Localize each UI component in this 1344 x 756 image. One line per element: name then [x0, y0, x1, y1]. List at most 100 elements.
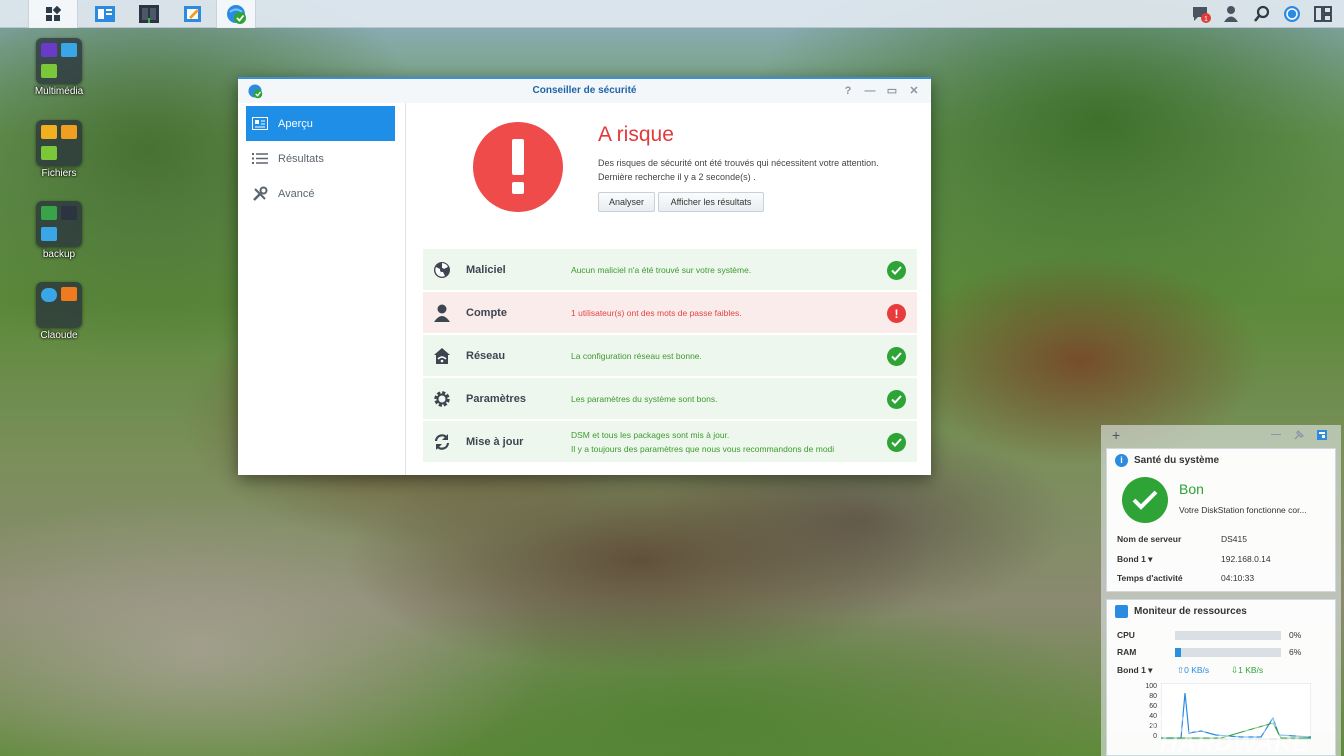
minimize-widget-icon[interactable]	[1271, 434, 1281, 435]
sidebar-item-avance[interactable]: Avancé	[246, 176, 395, 211]
desktop-icon-backup[interactable]: backup	[19, 201, 99, 260]
monitor-icon	[1115, 604, 1128, 618]
desktop-icon-label: Fichiers	[41, 168, 77, 179]
check-name: Réseau	[466, 350, 506, 362]
widgets-toggle-button[interactable]	[1308, 0, 1338, 28]
security-advisor-taskbar-button[interactable]	[216, 0, 256, 28]
check-ok-icon	[887, 390, 906, 409]
widgets-panel: + i Santé du système Bon Votre DiskStati…	[1101, 425, 1341, 756]
text-editor-taskbar-button[interactable]	[175, 0, 211, 28]
check-row-compte[interactable]: Compte 1 utilisateur(s) ont des mots de …	[423, 292, 917, 334]
show-results-button[interactable]: Afficher les résultats	[658, 192, 764, 212]
check-ok-icon	[887, 433, 906, 452]
search-icon	[1253, 5, 1270, 22]
check-warning-icon: !	[887, 304, 906, 323]
info-icon: i	[1115, 453, 1128, 467]
window-title: Conseiller de sécurité	[532, 85, 637, 96]
notification-count: 1	[1204, 16, 1208, 23]
check-ok-icon	[887, 261, 906, 280]
check-row-reseau[interactable]: Réseau La configuration réseau est bonne…	[423, 335, 917, 377]
cpu-percent: 0%	[1289, 630, 1302, 640]
help-globe-icon	[1284, 6, 1300, 22]
desktop-icon-claoude[interactable]: Claoude	[19, 282, 99, 341]
widget-title-text: Moniteur de ressources	[1134, 605, 1247, 617]
multimedia-icon	[36, 38, 82, 84]
dsm-help-button[interactable]	[1277, 0, 1307, 28]
risk-status-title: A risque	[598, 123, 674, 146]
pin-icon[interactable]	[1293, 429, 1305, 441]
main-menu-button[interactable]	[28, 0, 78, 28]
sidebar-item-label: Avancé	[278, 187, 315, 200]
uptime-label: Temps d'activité	[1117, 573, 1183, 583]
user-icon	[1224, 6, 1238, 22]
sidebar-item-apercu[interactable]: Aperçu	[246, 106, 395, 141]
refresh-icon	[432, 433, 452, 451]
cpu-bar	[1175, 631, 1281, 640]
ip-address-value: 192.168.0.14	[1221, 554, 1271, 564]
ram-bar	[1175, 648, 1281, 657]
y-tick-label: 60	[1149, 703, 1157, 710]
upload-speed: ⇧0 KB/s	[1177, 665, 1209, 676]
grid-icon	[46, 6, 61, 21]
radiation-icon	[432, 261, 452, 279]
desktop-icon-label: backup	[42, 249, 76, 260]
ram-label: RAM	[1117, 647, 1137, 657]
resource-monitor-title: Moniteur de ressources	[1115, 600, 1247, 622]
network-house-icon	[432, 347, 452, 365]
scan-button[interactable]: Analyser	[598, 192, 655, 212]
check-ok-icon	[887, 347, 906, 366]
check-name: Paramètres	[466, 393, 526, 405]
window-titlebar[interactable]: Conseiller de sécurité ? — ▭ ✕	[238, 79, 931, 103]
gear-icon	[432, 390, 452, 408]
widgets-icon	[1314, 6, 1332, 22]
storage-manager-taskbar-button[interactable]	[131, 0, 167, 28]
widget-settings-icon[interactable]	[1316, 429, 1328, 441]
warning-icon	[473, 122, 563, 212]
maximize-button[interactable]: ▭	[883, 79, 901, 103]
tools-icon	[252, 186, 268, 201]
help-button[interactable]: ?	[839, 79, 857, 103]
user-button[interactable]	[1216, 0, 1246, 28]
check-message: Les paramètres du système sont bons.	[571, 394, 718, 404]
y-tick-label: 80	[1149, 693, 1157, 700]
user-icon	[432, 304, 452, 322]
system-health-title: i Santé du système	[1115, 449, 1219, 471]
notifications-button[interactable]: 1	[1186, 0, 1216, 28]
security-advisor-window: Conseiller de sécurité ? — ▭ ✕ Aperçu Ré…	[238, 77, 931, 475]
backup-icon	[36, 201, 82, 247]
check-message: DSM et tous les packages sont mis à jour…	[571, 428, 834, 456]
sidebar-item-label: Aperçu	[278, 117, 313, 130]
minimize-button[interactable]: —	[861, 79, 879, 103]
widgets-header: +	[1101, 425, 1341, 446]
overview-icon	[252, 117, 268, 131]
check-row-maliciel[interactable]: Maliciel Aucun maliciel n'a été trouvé s…	[423, 249, 917, 291]
sidebar: Aperçu Résultats Avancé	[238, 103, 406, 475]
ram-percent: 6%	[1289, 647, 1302, 657]
close-button[interactable]: ✕	[905, 79, 923, 103]
watermark-line2: HARDWARE	[1160, 730, 1310, 756]
add-widget-button[interactable]: +	[1112, 427, 1120, 443]
network-bond-label[interactable]: Bond 1 ▾	[1117, 665, 1152, 676]
taskbar: 1	[0, 0, 1344, 28]
search-button[interactable]	[1247, 0, 1277, 28]
desktop-icon-multimedia[interactable]: Multimédia	[19, 38, 99, 97]
file-station-taskbar-button[interactable]	[87, 0, 123, 28]
y-tick-label: 100	[1145, 683, 1157, 690]
check-name: Compte	[466, 307, 507, 319]
check-message-line: Il y a toujours des paramètres que nous …	[571, 444, 835, 454]
check-row-mise-a-jour[interactable]: Mise à jour DSM et tous les packages son…	[423, 421, 917, 463]
bond-label[interactable]: Bond 1 ▾	[1117, 554, 1152, 565]
upload-value: 0 KB/s	[1184, 665, 1210, 675]
last-scan-line: Dernière recherche il y a 2 seconde(s) .	[598, 172, 756, 182]
list-icon	[252, 152, 268, 166]
file-station-icon	[95, 6, 115, 22]
uptime-value: 04:10:33	[1221, 573, 1255, 583]
desktop-icon-fichiers[interactable]: Fichiers	[19, 120, 99, 179]
health-ok-icon	[1122, 477, 1168, 523]
check-message: La configuration réseau est bonne.	[571, 351, 702, 361]
sidebar-item-resultats[interactable]: Résultats	[246, 141, 395, 176]
check-row-parametres[interactable]: Paramètres Les paramètres du système son…	[423, 378, 917, 420]
security-advisor-icon	[227, 5, 246, 24]
server-name-value: DS415	[1221, 534, 1247, 544]
check-message-line: DSM et tous les packages sont mis à jour…	[571, 430, 730, 440]
